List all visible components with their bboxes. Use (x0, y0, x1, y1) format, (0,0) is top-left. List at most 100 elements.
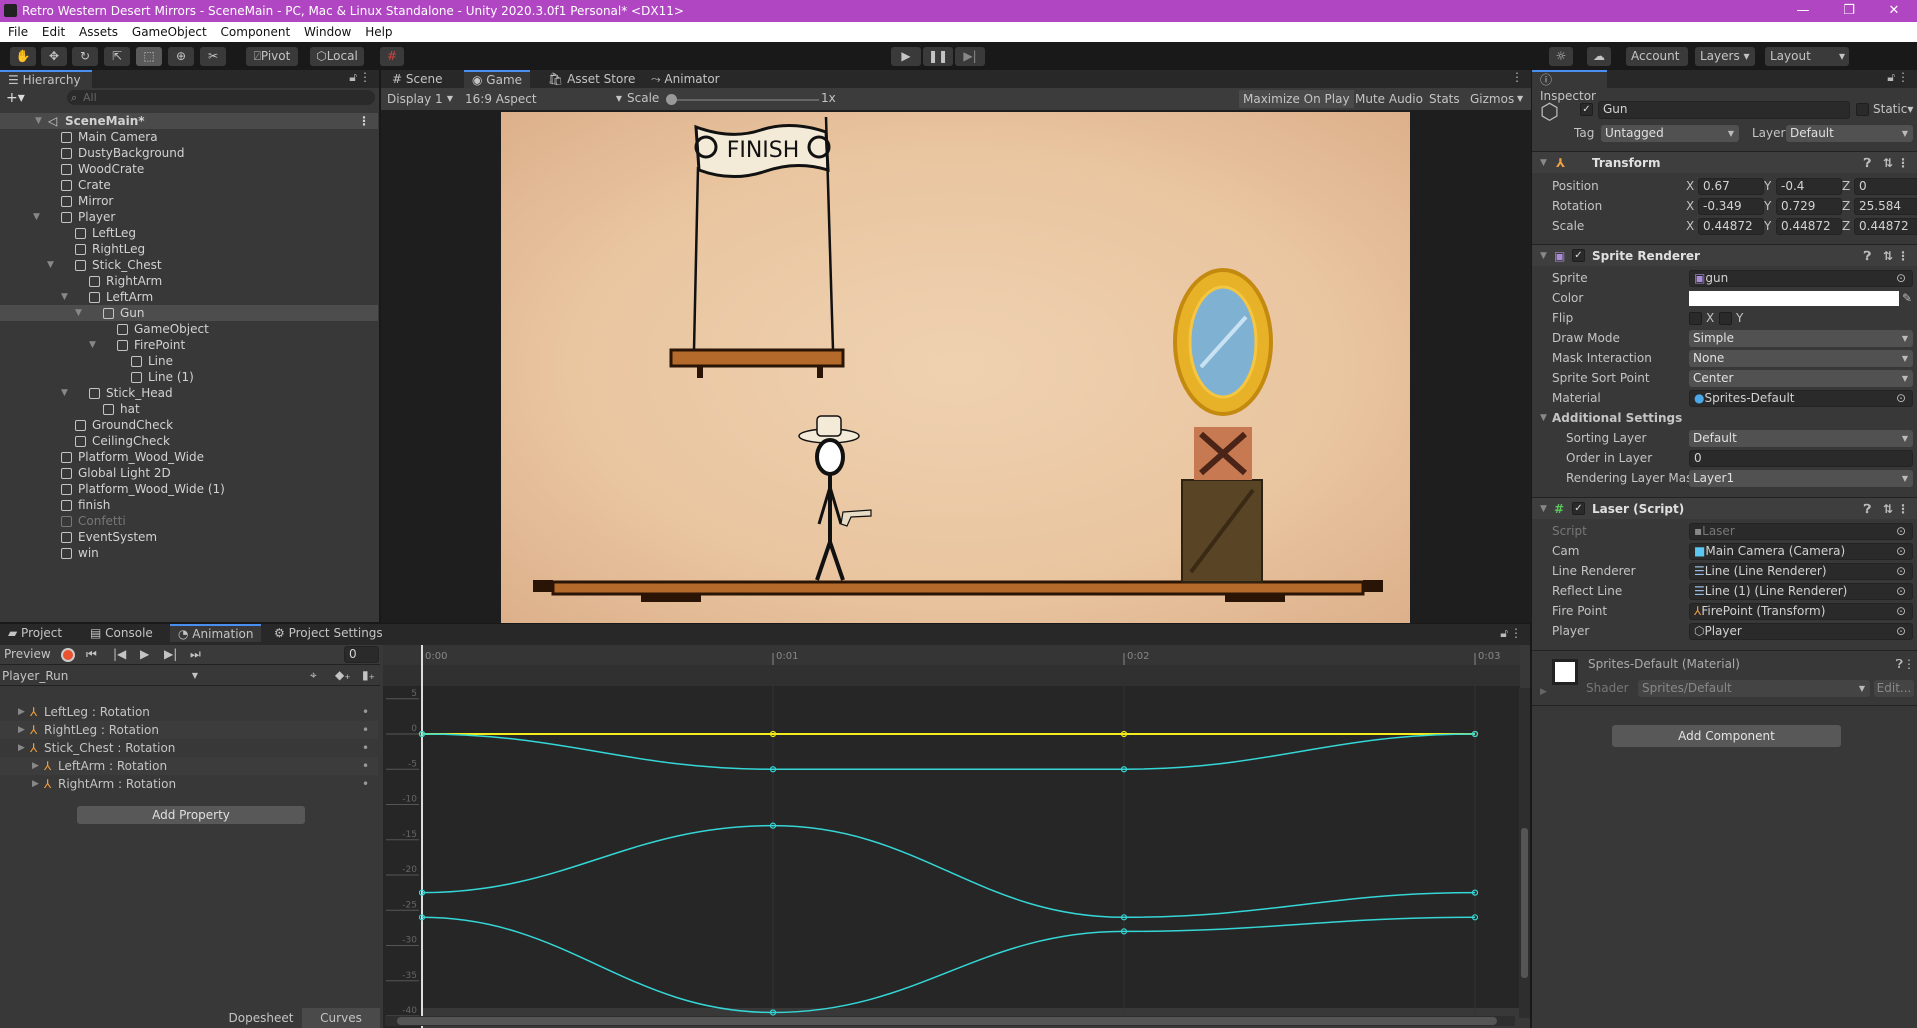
hierarchy-item[interactable]: RightLeg (0, 241, 378, 257)
menu-file[interactable]: File (8, 25, 28, 39)
previous-keyframe-button[interactable]: |◀ (113, 647, 126, 661)
mute-audio-button[interactable]: Mute Audio (1351, 90, 1427, 108)
rect-tool-icon[interactable]: ⬚ (136, 47, 162, 66)
hierarchy-item[interactable]: Platform_Wood_Wide (1) (0, 481, 378, 497)
component-menu-icon[interactable]: ⋮ (1897, 498, 1909, 520)
hierarchy-item[interactable]: EventSystem (0, 529, 378, 545)
tab-asset-store[interactable]: 🛍︎ Asset Store (540, 70, 643, 88)
expand-arrow-icon[interactable]: ▼ (35, 113, 42, 129)
curves-tab[interactable]: Curves (302, 1008, 380, 1028)
sprite-renderer-enabled-checkbox[interactable]: ✓ (1572, 249, 1585, 262)
hierarchy-item[interactable]: Confetti (0, 513, 378, 529)
expand-arrow-icon[interactable]: ▶ (18, 703, 25, 721)
presets-icon[interactable]: ⇅ (1883, 152, 1893, 174)
dopesheet-tab[interactable]: Dopesheet (222, 1008, 300, 1028)
menu-assets[interactable]: Assets (79, 25, 118, 39)
hierarchy-item[interactable]: RightArm (0, 273, 378, 289)
position-x-field[interactable]: 0.67 (1698, 178, 1764, 195)
menu-help[interactable]: Help (365, 25, 392, 39)
draw-mode-dropdown[interactable]: Simple (1689, 330, 1913, 347)
play-button[interactable]: ▶ (891, 47, 921, 66)
tag-dropdown[interactable]: Untagged (1601, 125, 1739, 142)
record-button[interactable] (61, 648, 75, 662)
clip-dropdown[interactable]: Player_Run ▼ (2, 667, 202, 685)
material-object-field[interactable]: ●Sprites-Default (1689, 390, 1913, 407)
curve-editor[interactable]: 0:00 0:01 0:02 0:03 5 0 -5 -10 -15 -20 -25 -30 -35 -4… (383, 645, 1520, 1028)
game-canvas[interactable]: FINISH (501, 112, 1410, 623)
hierarchy-item[interactable]: ▼ Gun (0, 305, 378, 321)
hierarchy-item[interactable]: ▼ Player (0, 209, 378, 225)
expand-arrow-icon[interactable]: ▼ (61, 289, 68, 305)
cam-object-field[interactable]: ■Main Camera (Camera) (1689, 543, 1913, 560)
sprite-object-field[interactable]: ▣gun (1689, 270, 1913, 287)
animation-property-row[interactable]: ▶ ⅄ RightArm : Rotation • (0, 775, 378, 793)
scale-y-field[interactable]: 0.44872 (1776, 218, 1842, 235)
aspect-dropdown[interactable]: 16:9 Aspect ▼ (461, 90, 626, 108)
last-keyframe-button[interactable]: ⏭ (190, 647, 201, 662)
eyedropper-icon[interactable]: ✎ (1902, 289, 1912, 308)
maximize-on-play-button[interactable]: Maximize On Play (1239, 90, 1354, 108)
active-checkbox[interactable]: ✓ (1580, 103, 1593, 116)
help-icon[interactable]: ❓︎ (1864, 245, 1871, 267)
add-component-button[interactable]: Add Component (1612, 725, 1841, 747)
hierarchy-item[interactable]: Main Camera (0, 129, 378, 145)
color-swatch[interactable] (1689, 291, 1899, 306)
transform-tool-icon[interactable]: ⊕ (168, 47, 194, 66)
preview-button[interactable]: Preview (4, 647, 51, 661)
hierarchy-item[interactable]: CeilingCheck (0, 433, 378, 449)
tab-scene[interactable]: # Scene (384, 70, 450, 88)
display-dropdown[interactable]: Display 1 ▼ (383, 90, 457, 108)
cloud-icon[interactable]: ☁ (1587, 47, 1611, 66)
grid-snap-icon[interactable]: # (380, 47, 404, 66)
hierarchy-item[interactable]: finish (0, 497, 378, 513)
tab-console[interactable]: ▤ Console (82, 624, 161, 642)
hierarchy-item[interactable]: win (0, 545, 378, 561)
animation-property-row[interactable]: ▶ ⅄ Stick_Chest : Rotation • (0, 739, 378, 757)
animation-menu-icon[interactable]: ⋮ (1510, 626, 1522, 640)
expand-arrow-icon[interactable]: ▼ (61, 385, 68, 401)
help-icon[interactable]: ❓︎ (1864, 152, 1871, 174)
keyframe-dot-icon[interactable]: • (362, 775, 369, 793)
game-view-menu-icon[interactable]: ⋮ (1511, 70, 1523, 84)
menu-window[interactable]: Window (304, 25, 351, 39)
layers-dropdown[interactable]: Layers ▾ (1695, 47, 1755, 66)
tab-project-settings[interactable]: ⚙ Project Settings (266, 624, 391, 642)
hierarchy-item[interactable]: Global Light 2D (0, 465, 378, 481)
add-property-button[interactable]: Add Property (77, 806, 305, 824)
expand-arrow-icon[interactable]: ▶ (32, 757, 39, 775)
sorting-layer-dropdown[interactable]: Default (1689, 430, 1913, 447)
static-checkbox[interactable] (1856, 103, 1869, 116)
horizontal-scrollbar[interactable] (385, 1016, 1515, 1026)
rendering-layer-mask-dropdown[interactable]: Layer1 (1689, 470, 1913, 487)
rotation-y-field[interactable]: 0.729 (1776, 198, 1842, 215)
static-dropdown[interactable]: Static▾ (1873, 102, 1913, 116)
keyframe-dot-icon[interactable]: • (362, 721, 369, 739)
frame-field[interactable]: 0 (344, 646, 379, 663)
sprite-renderer-header[interactable]: ▼ ▣ ✓ Sprite Renderer ❓︎ ⇅ ⋮ (1532, 244, 1917, 266)
scene-menu-icon[interactable]: ⋮ (358, 113, 370, 129)
hand-tool-icon[interactable]: ✋ (10, 47, 36, 66)
hierarchy-item[interactable]: ▼ FirePoint (0, 337, 378, 353)
inspector-menu-icon[interactable]: ⋮ (1897, 70, 1909, 84)
lock-icon[interactable]: 🔓︎ (349, 70, 357, 85)
position-z-field[interactable]: 0 (1854, 178, 1917, 195)
horizontal-scrollbar-thumb[interactable] (397, 1017, 1497, 1025)
line-renderer-object-field[interactable]: ☰Line (Line Renderer) (1689, 563, 1913, 580)
keyframe-dot-icon[interactable]: • (362, 703, 369, 721)
tab-project[interactable]: ▰ Project (0, 624, 70, 642)
gizmos-button[interactable]: Gizmos (1466, 90, 1518, 108)
menu-edit[interactable]: Edit (42, 25, 65, 39)
material-menu-icon[interactable]: ⋮ (1903, 657, 1915, 671)
hierarchy-item[interactable]: GameObject (0, 321, 378, 337)
animation-lock-icon[interactable]: 🔓︎ (1500, 626, 1508, 641)
reflect-line-object-field[interactable]: ☰Line (1) (Line Renderer) (1689, 583, 1913, 600)
vertical-scrollbar-thumb[interactable] (1521, 828, 1528, 978)
tab-inspector[interactable]: ⓘ Inspector (1532, 70, 1607, 103)
sprite-sort-point-dropdown[interactable]: Center (1689, 370, 1913, 387)
menu-gameobject[interactable]: GameObject (132, 25, 207, 39)
expand-arrow-icon[interactable]: ▼ (75, 305, 82, 321)
laser-enabled-checkbox[interactable]: ✓ (1572, 502, 1585, 515)
scene-row[interactable]: ▼ ◁ SceneMain* ⋮ (0, 113, 378, 129)
tab-game[interactable]: ◉ Game (464, 70, 531, 88)
scale-slider-track[interactable] (669, 99, 819, 101)
